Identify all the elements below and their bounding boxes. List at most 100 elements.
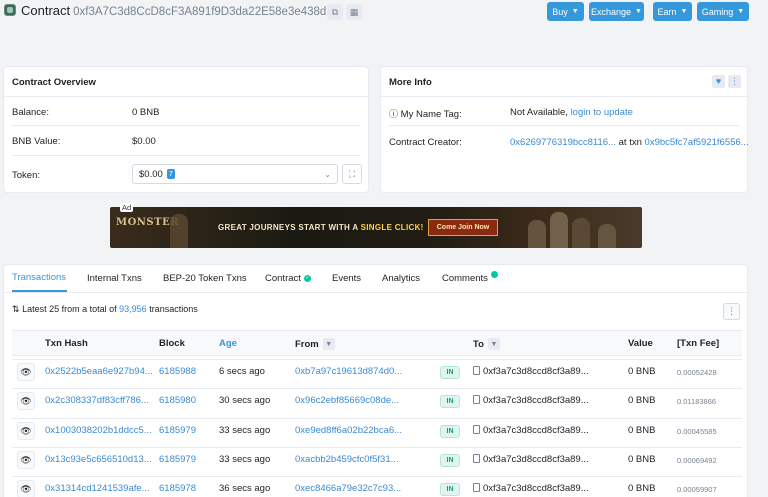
contract-address: 0xf3A7C3d8CcD8cF3A891f9D3da22E58e3e438d1… (73, 6, 343, 18)
creator-address-link[interactable]: 0x6269776319bcc8116... (510, 137, 616, 148)
eye-icon[interactable]: 👁 (17, 451, 35, 469)
eye-icon[interactable]: 👁 (17, 480, 35, 497)
ad-cta-button[interactable]: Come Join Now (428, 219, 498, 236)
chevron-down-icon: ▼ (571, 8, 579, 15)
heart-icon[interactable]: ♥ (712, 75, 725, 88)
contract-file-icon (473, 454, 480, 463)
nav-earn-button[interactable]: Earn ▼ (653, 2, 692, 21)
block-link[interactable]: 6185979 (159, 425, 196, 436)
new-comments-dot (490, 270, 498, 278)
nav-gaming-label: Gaming (701, 6, 734, 17)
filter-icon[interactable]: ▼ (487, 338, 500, 350)
nav-earn-label: Earn (657, 6, 677, 17)
token-select[interactable]: $0.00 7 ⌄ (132, 164, 338, 184)
to-address-text: 0xf3a7c3d8ccd8cf3a89... (483, 366, 589, 377)
bnb-value-label: BNB Value: (12, 136, 61, 147)
nav-gaming-button[interactable]: Gaming ▼ (697, 2, 749, 21)
txn-total-count[interactable]: 93,956 (119, 304, 147, 314)
nav-exchange-label: Exchange (591, 6, 632, 17)
txn-hash-link[interactable]: 0x13c93e5c656510d13... (45, 454, 152, 465)
tab-comments-label: Comments (442, 272, 488, 284)
name-tag-label: My Name Tag: (400, 109, 462, 120)
col-to-label: To (473, 338, 484, 350)
balance-value: 0 BNB (132, 107, 160, 118)
value-amount: 0 BNB (628, 366, 656, 377)
ad-banner[interactable]: MONSTER GREAT JOURNEYS START WITH A SING… (110, 207, 642, 248)
name-tag-value-row: Not Available, login to update (510, 107, 633, 118)
block-link[interactable]: 6185988 (159, 366, 196, 377)
txn-hash-link[interactable]: 0x2c308337df83cff786... (45, 395, 149, 406)
contract-file-icon (473, 425, 480, 434)
age-value: 30 secs ago (219, 395, 271, 406)
block-link[interactable]: 6185979 (159, 454, 196, 465)
tab-bep20-token-txns[interactable]: BEP-20 Token Txns (163, 264, 247, 292)
ad-headline-b: SINGLE CLICK! (360, 223, 424, 232)
creator-txn-link[interactable]: 0x9bc5fc7af5921f6556... (645, 137, 749, 148)
txn-fee-value: 0.00052428 (677, 368, 717, 377)
divider (12, 125, 360, 126)
tab-events[interactable]: Events (332, 264, 361, 292)
divider (12, 155, 360, 156)
from-address-link[interactable]: 0xb7a97c19613d874d0... (295, 366, 402, 377)
chevron-down-icon: ▼ (680, 8, 688, 15)
from-address-link[interactable]: 0xacbb2b459cfc0f5f31... (295, 454, 399, 465)
ad-headline-a: GREAT JOURNEYS START WITH A (218, 223, 361, 232)
ad-headline: GREAT JOURNEYS START WITH A SINGLE CLICK… (218, 223, 424, 232)
token-label: Token: (12, 170, 40, 181)
tab-transactions[interactable]: Transactions (12, 264, 67, 292)
page-title-label: Contract (21, 3, 71, 18)
from-address-link[interactable]: 0x96c2ebf85669c08de... (295, 395, 399, 406)
block-link[interactable]: 6185978 (159, 483, 196, 494)
contract-file-icon (473, 395, 480, 404)
qr-code-icon[interactable]: ▦ (346, 4, 362, 20)
tab-comments[interactable]: Comments (442, 264, 498, 292)
login-link[interactable]: login to update (571, 107, 633, 118)
txn-hash-link[interactable]: 0x1003038202b1ddcc5... (45, 425, 152, 436)
txn-hash-link[interactable]: 0x31314cd1241539afe... (45, 483, 150, 494)
to-address: 0xf3a7c3d8ccd8cf3a89... (473, 454, 589, 465)
eye-icon[interactable]: 👁 (17, 422, 35, 440)
contract-overview-card: Contract Overview Balance: 0 BNB BNB Val… (3, 66, 369, 193)
from-address-link[interactable]: 0xe9ed8ff6a02b22bca6... (295, 425, 402, 436)
chevron-down-icon: ▼ (635, 8, 642, 15)
tabs-divider (3, 292, 748, 293)
txn-hash-link[interactable]: 0x2522b5eaa6e927b94... (45, 366, 153, 377)
txn-summary: ⇅ Latest 25 from a total of 93,956 trans… (12, 304, 198, 315)
col-txn-hash: Txn Hash (45, 338, 88, 349)
col-age[interactable]: Age (219, 338, 237, 349)
txn-fee-value: 0.01183866 (677, 397, 717, 406)
copy-icon[interactable]: ⧉ (327, 4, 343, 20)
to-address: 0xf3a7c3d8ccd8cf3a89... (473, 425, 589, 436)
nav-buy-button[interactable]: Buy ▼ (547, 2, 584, 21)
value-amount: 0 BNB (628, 483, 656, 494)
nav-exchange-button[interactable]: Exchange ▼ (589, 2, 644, 21)
direction-badge: IN (440, 454, 460, 467)
ad-figure (550, 212, 568, 248)
eye-icon[interactable]: 👁 (17, 363, 35, 381)
page-title: Contract 0xf3A7C3d8CcD8cF3A891f9D3da22E58… (21, 3, 342, 18)
ad-figure (572, 218, 590, 248)
col-txn-fee[interactable]: [Txn Fee] (677, 338, 719, 349)
filter-icon[interactable]: ▼ (322, 338, 335, 350)
direction-badge: IN (440, 425, 460, 438)
tab-internal-txns[interactable]: Internal Txns (87, 264, 142, 292)
from-address-link[interactable]: 0xec8466a79e32c7c93... (295, 483, 401, 494)
ad-figure (528, 220, 546, 248)
creator-value-row: 0x6269776319bcc8116... at txn 0x9bc5fc7a… (510, 137, 749, 148)
to-address: 0xf3a7c3d8ccd8cf3a89... (473, 483, 589, 494)
divider (389, 125, 739, 126)
expand-icon[interactable]: ⛶ (342, 164, 362, 184)
txn-fee-value: 0.00045585 (677, 427, 717, 436)
more-options-icon[interactable]: ⋮ (723, 303, 740, 320)
eye-icon[interactable]: 👁 (17, 392, 35, 410)
more-options-icon[interactable]: ⋮ (728, 75, 741, 88)
age-value: 33 secs ago (219, 454, 271, 465)
row-divider (12, 388, 742, 389)
tab-analytics[interactable]: Analytics (382, 264, 420, 292)
row-divider (12, 447, 742, 448)
ad-figure (598, 224, 616, 248)
contract-file-icon (473, 483, 480, 492)
tab-contract-label: Contract (265, 272, 301, 284)
block-link[interactable]: 6185980 (159, 395, 196, 406)
tab-contract[interactable]: Contract ✓ (265, 264, 311, 292)
